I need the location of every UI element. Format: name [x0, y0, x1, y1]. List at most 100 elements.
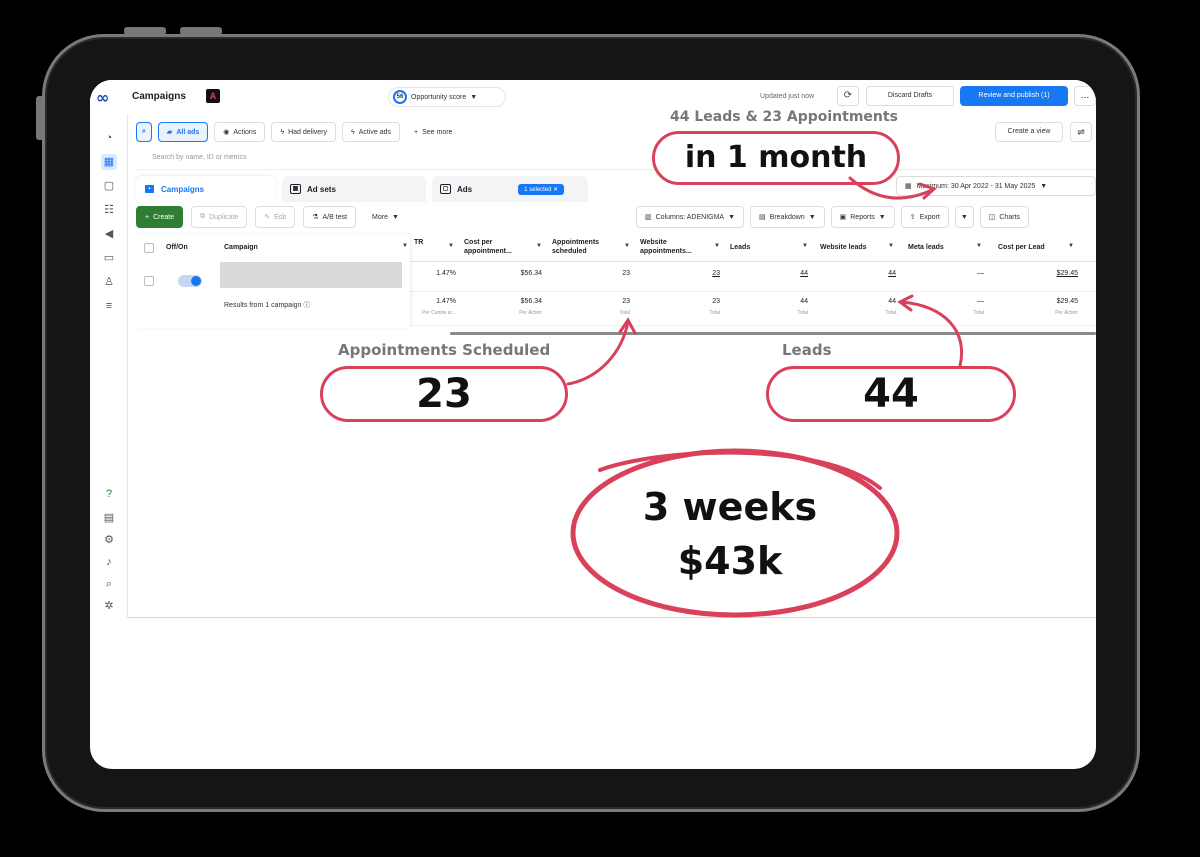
- amount-text: $43k: [677, 539, 783, 583]
- sliders-icon[interactable]: ⇌: [1070, 122, 1092, 142]
- info-icon: ⓘ: [303, 302, 311, 309]
- export-button[interactable]: ⇪ Export: [900, 206, 949, 228]
- refresh-icon[interactable]: ⟳: [837, 86, 859, 106]
- all-tools-icon[interactable]: ≡: [101, 298, 117, 314]
- month-text: in 1 month: [684, 140, 868, 175]
- header-ctr[interactable]: TR: [414, 238, 423, 247]
- campaign-toggle[interactable]: [178, 275, 202, 287]
- total-cost-per-lead: $29.45: [1056, 298, 1078, 305]
- all-ads-label: All ads: [176, 128, 200, 136]
- more-label: More: [372, 213, 388, 221]
- header-appointments-scheduled[interactable]: Appointments scheduled: [552, 238, 620, 256]
- more-button[interactable]: More ▼: [364, 206, 407, 228]
- search-icon[interactable]: ⌕: [101, 576, 117, 592]
- breakdown-label: Breakdown: [769, 213, 805, 221]
- total-website-appointments-sub: Total: [709, 310, 720, 316]
- duplicate-button[interactable]: ⧉ Duplicate: [191, 206, 248, 228]
- more-options-icon[interactable]: …: [1074, 86, 1096, 106]
- total-leads: 44: [800, 298, 808, 305]
- search-input[interactable]: Search by name, ID or metrics: [136, 148, 1096, 170]
- columns-icon: ▥: [645, 214, 652, 221]
- horizontal-scrollbar[interactable]: [450, 332, 1096, 335]
- bug-report-icon[interactable]: ✲: [101, 598, 117, 614]
- reports-button[interactable]: ▣ Reports ▼: [830, 206, 895, 228]
- ab-test-label: A/B test: [322, 213, 348, 221]
- ab-test-button[interactable]: ⚗ A/B test: [303, 206, 357, 228]
- flask-icon: ⚗: [312, 214, 319, 221]
- breakdown-button[interactable]: ▤ Breakdown ▼: [750, 206, 825, 228]
- weeks-text: 3 weeks: [642, 485, 818, 529]
- row-checkbox[interactable]: [144, 276, 154, 286]
- header-meta-leads[interactable]: Meta leads: [908, 243, 944, 252]
- review-publish-button[interactable]: Review and publish (1): [960, 86, 1068, 106]
- duplicate-icon: ⧉: [200, 213, 206, 220]
- see-more-button[interactable]: + See more: [406, 122, 461, 142]
- search-toggle-button[interactable]: ⌕: [136, 122, 152, 142]
- selected-badge[interactable]: 1 selected ✕: [518, 183, 565, 195]
- select-all-checkbox[interactable]: [144, 243, 154, 253]
- pages-icon[interactable]: ▢: [101, 178, 117, 194]
- cell-cost-per-lead[interactable]: $29.45: [1057, 270, 1078, 277]
- header-website-leads[interactable]: Website leads: [820, 243, 867, 252]
- active-ads-filter[interactable]: ϟ Active ads: [341, 122, 400, 142]
- tab-ad-sets[interactable]: ▦ Ad sets: [282, 176, 426, 202]
- caret-down-icon: ▼: [402, 243, 408, 249]
- actions-filter[interactable]: ◉ Actions: [214, 122, 266, 142]
- reports-icon[interactable]: ▤: [101, 510, 117, 526]
- tab-ad-sets-label: Ad sets: [307, 184, 336, 194]
- total-website-leads-sub: Total: [885, 310, 896, 316]
- opportunity-score-button[interactable]: 56 Opportunity score ▼: [388, 87, 506, 107]
- notifications-icon[interactable]: ♪: [101, 554, 117, 570]
- filter-row: ⌕ ▰ All ads ◉ Actions ϟ Had delivery ϟ Activ…: [136, 122, 461, 142]
- all-ads-filter[interactable]: ▰ All ads: [157, 122, 209, 142]
- date-range-picker[interactable]: ▦ Maximum: 30 Apr 2022 - 31 May 2025 ▼: [896, 176, 1096, 196]
- header-leads[interactable]: Leads: [730, 243, 750, 252]
- reports-icon: ▣: [839, 214, 847, 221]
- header-website-appointments[interactable]: Website appointments...: [640, 238, 712, 256]
- tab-campaigns[interactable]: ▪ Campaigns: [136, 176, 276, 202]
- export-options-button[interactable]: ▼: [954, 206, 974, 228]
- create-label: Create: [153, 213, 175, 221]
- appointments-label-annotation: Appointments Scheduled: [338, 341, 551, 359]
- plus-icon: +: [414, 128, 419, 136]
- billing-icon[interactable]: ▭: [101, 250, 117, 266]
- account-icon[interactable]: A: [206, 89, 220, 103]
- account-overview-icon[interactable]: ◔: [101, 130, 117, 146]
- header-offon[interactable]: Off/On: [166, 243, 188, 252]
- create-button[interactable]: + Create: [136, 206, 184, 228]
- edit-button[interactable]: ✎ Edit: [255, 206, 296, 228]
- page-title: Campaigns: [132, 91, 186, 102]
- columns-label: Columns: ADENIGMA: [655, 213, 725, 221]
- header-campaign[interactable]: Campaign: [224, 243, 258, 252]
- action-toolbar: + Create ⧉ Duplicate ✎ Edit ⚗ A/B test More ▼: [136, 206, 407, 228]
- columns-button[interactable]: ▥ Columns: ADENIGMA ▼: [636, 206, 745, 228]
- header-cost-per-appointment[interactable]: Cost per appointment...: [464, 238, 532, 256]
- breakdown-icon: ▤: [759, 214, 766, 221]
- tab-ads[interactable]: ▢ Ads 1 selected ✕: [432, 176, 588, 202]
- had-delivery-filter[interactable]: ϟ Had delivery: [271, 122, 336, 142]
- campaigns-icon[interactable]: ▦: [101, 154, 117, 170]
- total-ctr: 1.47%: [436, 298, 456, 305]
- caret-down-icon: ▼: [1068, 243, 1074, 249]
- help-icon[interactable]: ?: [101, 486, 117, 502]
- bolt-icon: ϟ: [350, 128, 355, 136]
- header-cost-per-lead[interactable]: Cost per Lead: [998, 243, 1045, 252]
- cell-website-appointments[interactable]: 23: [712, 270, 720, 277]
- people-icon[interactable]: ♙: [101, 274, 117, 290]
- audiences-icon[interactable]: ☷: [101, 202, 117, 218]
- advertise-icon[interactable]: ◀: [101, 226, 117, 242]
- charts-button[interactable]: ◫ Charts: [979, 206, 1029, 228]
- view-tools: ▥ Columns: ADENIGMA ▼ ▤ Breakdown ▼ ▣ Reports…: [636, 206, 1029, 228]
- cell-leads[interactable]: 44: [800, 270, 808, 277]
- create-view-button[interactable]: Create a view: [995, 122, 1063, 142]
- total-website-appointments: 23: [712, 298, 720, 305]
- discard-drafts-button[interactable]: Discard Drafts: [866, 86, 954, 106]
- folder-icon: ▰: [166, 129, 173, 136]
- edit-label: Edit: [274, 213, 287, 221]
- total-ctr-sub: Per Centre ar...: [422, 310, 456, 316]
- cell-website-leads[interactable]: 44: [888, 270, 896, 277]
- settings-icon[interactable]: ⚙: [101, 532, 117, 548]
- caret-down-icon: ▼: [391, 213, 399, 221]
- leads-label-annotation: Leads: [782, 341, 832, 359]
- total-cost-per-appointment: $56.34: [520, 298, 542, 305]
